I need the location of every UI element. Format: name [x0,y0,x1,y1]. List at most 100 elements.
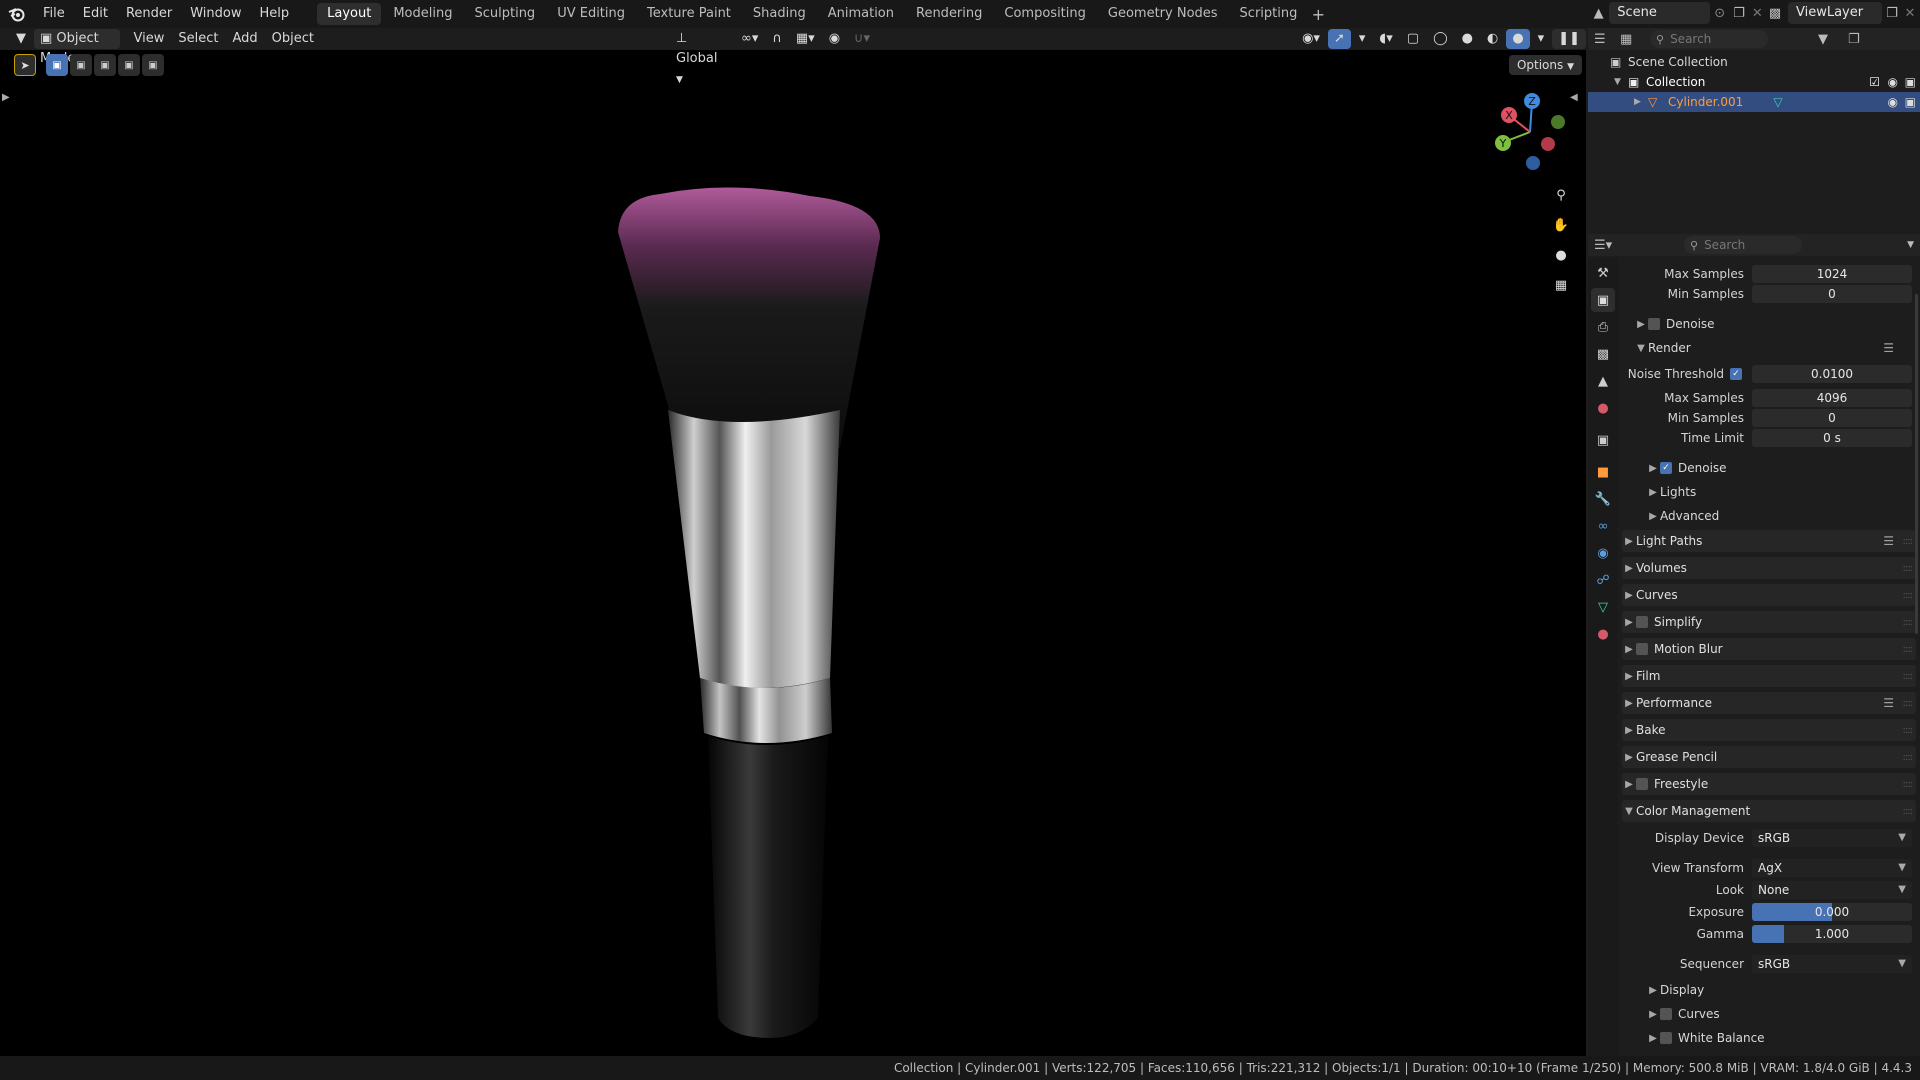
presets-list-icon[interactable]: ☰ [1883,696,1894,710]
tab-compositing[interactable]: Compositing [994,3,1096,25]
view-layer-selector[interactable]: ▩ ViewLayer ❐ ✕ [1762,2,1918,24]
lights-subpanel[interactable]: ▶ Lights [1646,482,1916,502]
new-collection-icon[interactable]: ❐ [1848,32,1868,47]
performance-panel[interactable]: ▶ Performance ☰ :::: [1622,692,1916,714]
freestyle-panel[interactable]: ▶ Freestyle :::: [1622,773,1916,795]
snap-icon[interactable]: ∩ [766,29,788,49]
menu-select[interactable]: Select [172,29,224,49]
viewport-denoise-subpanel[interactable]: ▶ Denoise [1634,314,1916,334]
properties-search-input[interactable]: ⚲ Search [1684,236,1802,254]
blender-logo-icon[interactable] [0,0,34,28]
3d-viewport[interactable]: ▼ ▣ Object Mode ▼ View Select Add Object… [0,28,1586,1056]
toolbar-toggle-icon[interactable]: ▶ [2,92,10,103]
cm-curves-checkbox[interactable] [1660,1008,1672,1020]
editor-type-icon[interactable]: ▼ [10,29,32,49]
visibility-icon[interactable]: ◉▾ [1296,29,1326,49]
menu-file[interactable]: File [34,0,74,28]
tool-tab-icon[interactable]: ⚒ [1591,261,1615,285]
advanced-subpanel[interactable]: ▶ Advanced [1646,506,1916,526]
mode-dropdown[interactable]: ▣ Object Mode ▼ [34,29,120,66]
tab-modeling[interactable]: Modeling [383,3,462,25]
select-invert-icon[interactable]: ▣ [118,54,140,76]
gamma-slider[interactable]: 1.000 [1752,925,1912,943]
render-camera-icon[interactable]: ▣ [1905,95,1916,109]
eye-icon[interactable]: ◉ [1888,75,1898,89]
menu-render[interactable]: Render [117,0,181,28]
drag-handle-icon[interactable]: :::: [1903,725,1914,736]
outliner-search-input[interactable]: ⚲ Search [1650,30,1768,48]
tab-animation[interactable]: Animation [818,3,904,25]
sequencer-dropdown[interactable]: sRGB ▼ [1752,955,1912,973]
noise-threshold-field[interactable]: 0.0100 [1752,365,1912,383]
chevron-right-icon[interactable]: ▶ [1634,97,1648,107]
drag-handle-icon[interactable]: :::: [1903,536,1914,547]
gizmo-dropdown-icon[interactable]: ▾ [1353,29,1372,49]
pan-hand-icon[interactable]: ✋ [1548,212,1574,238]
filter-icon[interactable]: ▼ [1818,32,1848,47]
sidebar-toggle-icon[interactable]: ◀ [1570,92,1578,103]
tab-rendering[interactable]: Rendering [906,3,992,25]
view-layer-name-field[interactable]: ViewLayer [1788,2,1882,24]
presets-list-icon[interactable]: ☰ [1883,341,1894,355]
scene-tab-icon[interactable]: ▲ [1591,369,1615,393]
exposure-slider[interactable]: 0.000 [1752,903,1912,921]
select-new-icon[interactable]: ▣ [46,54,68,76]
outliner-editor-icon[interactable]: ☰ [1594,32,1620,47]
simplify-checkbox[interactable] [1636,616,1648,628]
cm-curves-subpanel[interactable]: ▶ Curves [1646,1004,1916,1024]
particles-tab-icon[interactable]: ∞ [1591,514,1615,538]
grease-pencil-panel[interactable]: ▶ Grease Pencil :::: [1622,746,1916,768]
white-balance-checkbox[interactable] [1660,1032,1672,1044]
constraints-tab-icon[interactable]: ☍ [1591,568,1615,592]
noise-threshold-checkbox[interactable]: ✓ [1730,368,1742,380]
new-view-layer-icon[interactable]: ❐ [1882,6,1902,21]
render-max-samples-field[interactable]: 4096 [1752,389,1912,407]
scene-name-field[interactable]: Scene [1609,2,1710,24]
chevron-down-icon[interactable]: ▼ [1907,240,1914,250]
render-denoise-subpanel[interactable]: ▶ ✓ Denoise [1646,458,1916,478]
world-tab-icon[interactable]: ● [1591,396,1615,420]
tab-shading[interactable]: Shading [743,3,816,25]
simplify-panel[interactable]: ▶ Simplify :::: [1622,611,1916,633]
shading-dropdown-icon[interactable]: ▾ [1532,29,1551,49]
pin-icon[interactable]: ⊙ [1710,6,1729,21]
pause-render-icon[interactable]: ❚❚ [1552,29,1586,49]
properties-scrollbar[interactable] [1915,294,1918,634]
xray-icon[interactable]: ▢ [1401,29,1425,49]
freestyle-checkbox[interactable] [1636,778,1648,790]
drag-handle-icon[interactable]: :::: [1903,563,1914,574]
solid-shading-icon[interactable]: ● [1456,29,1479,49]
exclude-checkbox-icon[interactable]: ☑ [1869,75,1880,89]
navigation-gizmo[interactable]: Z Y X [1490,90,1574,174]
rendered-shading-icon[interactable]: ● [1506,29,1530,49]
properties-editor-icon[interactable]: ☰▾ [1594,238,1684,253]
pivot-icon[interactable]: ∞▾ [735,29,764,49]
material-tab-icon[interactable]: ● [1591,622,1615,646]
select-extend-icon[interactable]: ▣ [70,54,92,76]
drag-handle-icon[interactable]: :::: [1903,698,1914,709]
bake-panel[interactable]: ▶ Bake :::: [1622,719,1916,741]
snap-target-icon[interactable]: ▦▾ [790,29,821,49]
menu-help[interactable]: Help [251,0,299,28]
chevron-down-icon[interactable]: ▼ [1614,77,1628,87]
data-tab-icon[interactable]: ▽ [1591,595,1615,619]
color-management-panel[interactable]: ▼ Color Management :::: [1622,800,1916,822]
tab-geometry-nodes[interactable]: Geometry Nodes [1098,3,1228,25]
viewport-denoise-checkbox[interactable] [1648,318,1660,330]
falloff-icon[interactable]: ∪▾ [848,29,876,49]
perspective-grid-icon[interactable]: ▦ [1548,272,1574,298]
menu-object[interactable]: Object [266,29,320,49]
add-workspace-button[interactable]: + [1308,5,1328,24]
motion-blur-checkbox[interactable] [1636,643,1648,655]
outliner-row-cylinder[interactable]: ▶ ▽ Cylinder.001 ▽ ◉ ▣ [1588,92,1920,112]
outliner-row-scene-collection[interactable]: ▣ Scene Collection [1588,52,1920,72]
drag-handle-icon[interactable]: :::: [1903,671,1914,682]
display-device-dropdown[interactable]: sRGB ▼ [1752,829,1912,847]
render-denoise-checkbox[interactable]: ✓ [1660,462,1672,474]
orientation-dropdown[interactable]: ⊥ Global ▼ [670,29,733,85]
drag-handle-icon[interactable]: :::: [1903,779,1914,790]
render-subpanel-header[interactable]: ▼ Render ☰ [1634,338,1916,358]
drag-handle-icon[interactable]: :::: [1903,617,1914,628]
menu-view[interactable]: View [128,29,171,49]
render-min-samples-field[interactable]: 0 [1752,409,1912,427]
